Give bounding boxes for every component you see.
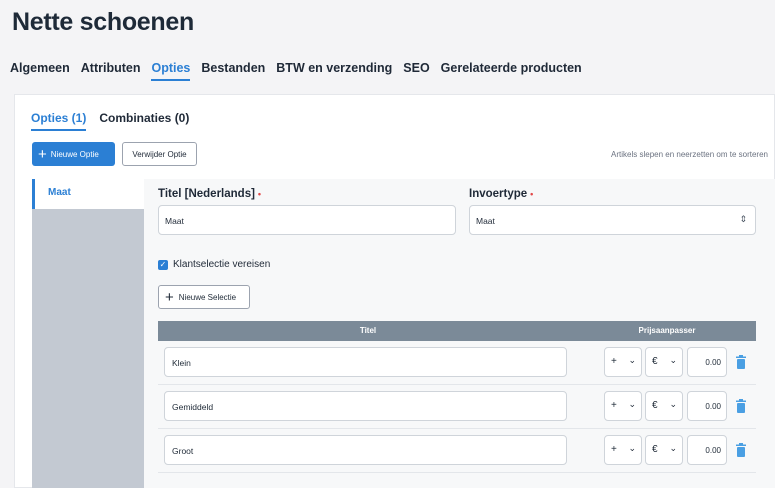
new-selection-label: Nieuwe Selectie [178, 292, 237, 302]
currency-value: € [652, 444, 658, 455]
title-input[interactable]: Maat [158, 205, 456, 235]
chevron-down-icon: ⌄ [628, 355, 636, 365]
chevron-down-icon: ⌄ [669, 355, 677, 365]
new-option-label: Nieuwe Optie [50, 149, 99, 159]
tab-seo[interactable]: SEO [403, 61, 429, 81]
require-selection-checkbox[interactable]: ✓ Klantselectie vereisen [158, 259, 270, 270]
page-title: Nette schoenen [12, 8, 194, 36]
column-price-adjuster: Prijsaanpasser [638, 326, 696, 335]
required-marker: • [257, 189, 262, 199]
input-type-label: Invoertype [469, 188, 528, 200]
currency-value: € [652, 356, 658, 367]
option-editor: Titel [Nederlands] • Maat Invoertype • Maa… [144, 179, 775, 488]
drag-hint: Artikels slepen en neerzetten om te sort… [611, 150, 768, 159]
checkbox-label: Klantselectie vereisen [173, 259, 271, 270]
tab-algemeen[interactable]: Algemeen [10, 61, 70, 81]
currency-select[interactable]: € ⌄ [645, 435, 683, 465]
tab-combinations[interactable]: Combinaties (0) [99, 111, 189, 131]
trash-icon[interactable] [735, 355, 747, 369]
price-input[interactable]: 0.00 [687, 347, 727, 377]
main-tab-bar: Algemeen Attributen Opties Bestanden BTW… [10, 61, 593, 81]
new-option-button[interactable]: + Nieuwe Optie [32, 142, 115, 166]
table-row: Gemiddeld + ⌄ € ⌄ 0.00 [158, 385, 756, 429]
price-input[interactable]: 0.00 [687, 435, 727, 465]
currency-select[interactable]: € ⌄ [645, 347, 683, 377]
tab-opties[interactable]: Opties [151, 61, 191, 81]
sign-select[interactable]: + ⌄ [604, 435, 642, 465]
plus-icon: + [38, 145, 47, 163]
currency-value: € [652, 400, 658, 411]
plus-icon: + [165, 288, 174, 306]
selection-title-input[interactable]: Klein [164, 347, 567, 377]
option-item-maat[interactable]: Maat [32, 179, 144, 209]
currency-select[interactable]: € ⌄ [645, 391, 683, 421]
checkbox-checked-icon: ✓ [158, 259, 168, 270]
selection-title-input[interactable]: Groot [164, 435, 567, 465]
options-card: Opties (1) Combinaties (0) + Nieuwe Opti… [14, 94, 775, 488]
tab-options[interactable]: Opties (1) [31, 111, 87, 131]
tab-attributen[interactable]: Attributen [81, 61, 141, 81]
trash-icon[interactable] [735, 399, 747, 413]
trash-icon[interactable] [735, 443, 747, 457]
selection-title-input[interactable]: Gemiddeld [164, 391, 567, 421]
sign-value: + [611, 356, 617, 367]
input-type-value: Maat [476, 216, 495, 226]
input-type-select[interactable]: Maat ⇕ [469, 205, 756, 235]
sign-value: + [611, 444, 617, 455]
chevron-down-icon: ⌄ [669, 443, 677, 453]
chevron-down-icon: ⌄ [628, 443, 636, 453]
title-label: Titel [Nederlands] [158, 188, 255, 200]
table-row: Klein + ⌄ € ⌄ 0.00 [158, 341, 756, 385]
delete-option-button[interactable]: Verwijder Optie [122, 142, 197, 166]
new-selection-button[interactable]: + Nieuwe Selectie [158, 285, 250, 309]
price-input[interactable]: 0.00 [687, 391, 727, 421]
options-list: Maat [32, 179, 144, 488]
sign-value: + [611, 400, 617, 411]
chevron-down-icon: ⌄ [669, 399, 677, 409]
tab-gerelateerde-producten[interactable]: Gerelateerde producten [441, 61, 582, 81]
title-label-wrap: Titel [Nederlands] • [158, 188, 261, 200]
select-arrows-icon: ⇕ [739, 214, 747, 224]
required-marker: • [530, 189, 534, 199]
tab-btw-en-verzending[interactable]: BTW en verzending [276, 61, 392, 81]
selections-table-header: Titel Prijsaanpasser [158, 321, 756, 341]
tab-bestanden[interactable]: Bestanden [201, 61, 265, 81]
sub-tab-bar: Opties (1) Combinaties (0) [31, 111, 202, 131]
input-type-label-wrap: Invoertype • [469, 188, 533, 200]
chevron-down-icon: ⌄ [628, 399, 636, 409]
column-title: Titel [359, 326, 377, 335]
sign-select[interactable]: + ⌄ [604, 347, 642, 377]
table-row: Groot + ⌄ € ⌄ 0.00 [158, 429, 756, 473]
sign-select[interactable]: + ⌄ [604, 391, 642, 421]
